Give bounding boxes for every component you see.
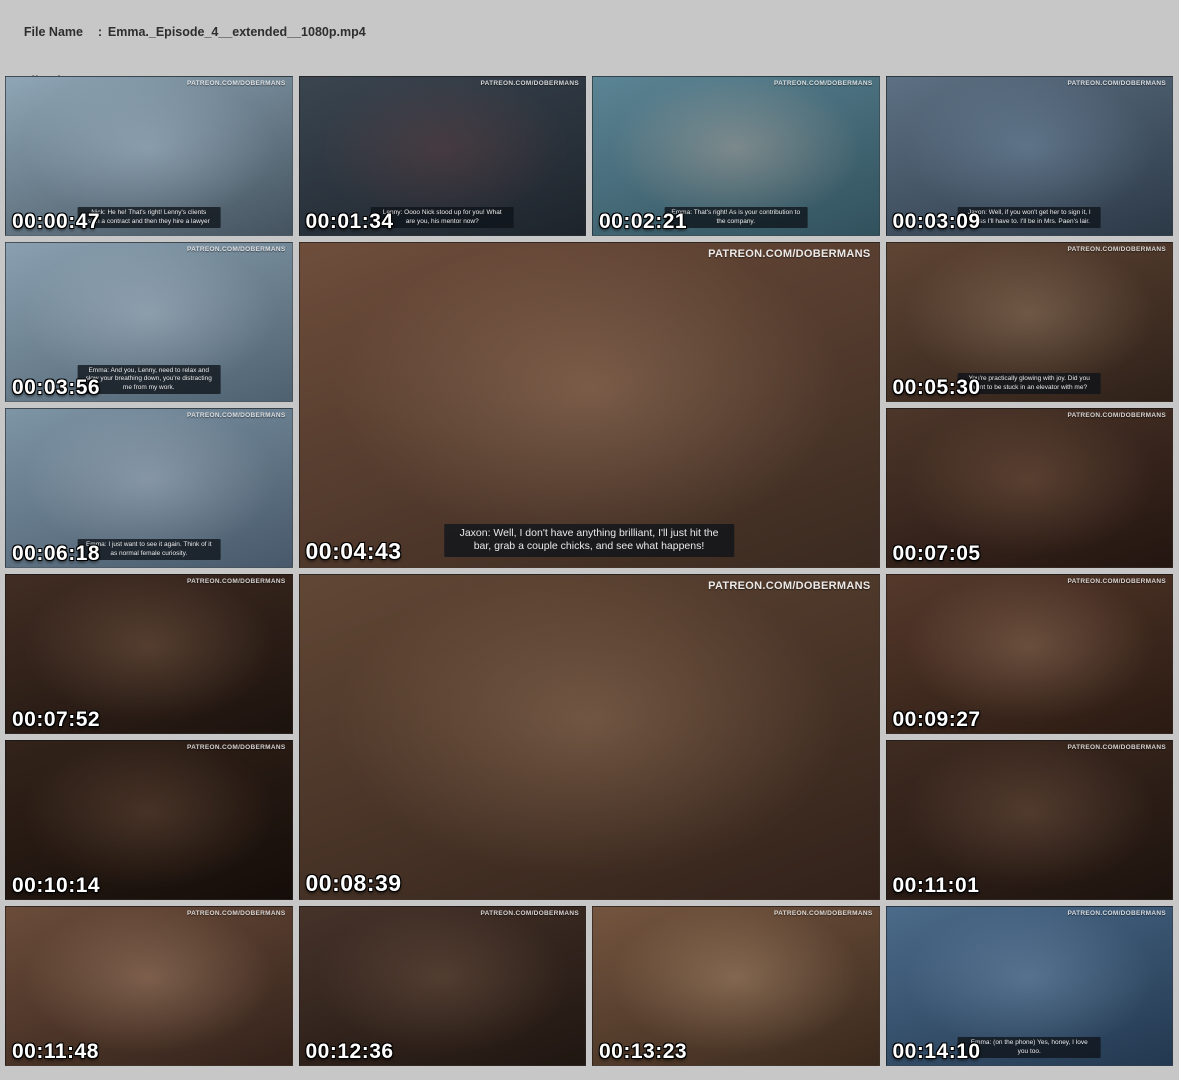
video-thumbnail: PATREON.COM/DOBERMANS 00:07:52 — [5, 574, 293, 734]
video-thumbnail: PATREON.COM/DOBERMANS 00:13:23 — [592, 906, 880, 1066]
patreon-watermark-text: PATREON.COM/DOBERMANS — [1067, 910, 1166, 917]
timestamp-label: 00:03:09 — [893, 210, 981, 234]
file-name-value: Emma._Episode_4__extended__1080p.mp4 — [108, 25, 366, 39]
separator: : — [98, 24, 108, 41]
patreon-watermark-text: PATREON.COM/DOBERMANS — [187, 578, 286, 585]
file-name-row: File Name:Emma._Episode_4__extended__108… — [10, 7, 1179, 57]
subtitle-caption: Jaxon: Well, I don't have anything brill… — [444, 524, 734, 557]
video-thumbnail: PATREON.COM/DOBERMANS Emma: (on the phon… — [886, 906, 1174, 1066]
patreon-watermark-text: PATREON.COM/DOBERMANS — [1067, 412, 1166, 419]
timestamp-label: 00:12:36 — [306, 1040, 394, 1064]
timestamp-label: 00:02:21 — [599, 210, 687, 234]
timestamp-label: 00:03:56 — [12, 376, 100, 400]
patreon-watermark-text: PATREON.COM/DOBERMANS — [1067, 246, 1166, 253]
video-thumbnail: PATREON.COM/DOBERMANS Nick: He he! That'… — [5, 76, 293, 236]
video-thumbnail: PATREON.COM/DOBERMANS 00:07:05 — [886, 408, 1174, 568]
video-thumbnail: PATREON.COM/DOBERMANS Lenny: Oooo Nick s… — [299, 76, 587, 236]
patreon-watermark-text: PATREON.COM/DOBERMANS — [187, 910, 286, 917]
timestamp-label: 00:04:43 — [306, 538, 402, 565]
video-thumbnail: PATREON.COM/DOBERMANS Emma: And you, Len… — [5, 242, 293, 402]
timestamp-label: 00:00:47 — [12, 210, 100, 234]
patreon-watermark-text: PATREON.COM/DOBERMANS — [187, 744, 286, 751]
file-name-label: File Name — [24, 24, 98, 41]
timestamp-label: 00:07:52 — [12, 708, 100, 732]
timestamp-label: 00:11:48 — [12, 1040, 99, 1064]
thumbnail-grid: PATREON.COM/DOBERMANS Nick: He he! That'… — [5, 76, 1173, 1066]
video-thumbnail: PATREON.COM/DOBERMANS 00:09:27 — [886, 574, 1174, 734]
patreon-watermark-text: PATREON.COM/DOBERMANS — [1067, 744, 1166, 751]
timestamp-label: 00:09:27 — [893, 708, 981, 732]
patreon-watermark-text: PATREON.COM/DOBERMANS — [1067, 80, 1166, 87]
timestamp-label: 00:14:10 — [893, 1040, 981, 1064]
patreon-watermark-text: PATREON.COM/DOBERMANS — [187, 246, 286, 253]
timestamp-label: 00:05:30 — [893, 376, 981, 400]
video-thumbnail: PATREON.COM/DOBERMANS 00:08:39 — [299, 574, 880, 900]
patreon-watermark-text: PATREON.COM/DOBERMANS — [187, 80, 286, 87]
patreon-watermark-text: PATREON.COM/DOBERMANS — [480, 80, 579, 87]
patreon-watermark-text: PATREON.COM/DOBERMANS — [774, 910, 873, 917]
timestamp-label: 00:11:01 — [893, 874, 980, 898]
patreon-watermark-text: PATREON.COM/DOBERMANS — [187, 412, 286, 419]
video-thumbnail: PATREON.COM/DOBERMANS 00:12:36 — [299, 906, 587, 1066]
patreon-watermark-text: PATREON.COM/DOBERMANS — [1067, 578, 1166, 585]
timestamp-label: 00:13:23 — [599, 1040, 687, 1064]
timestamp-label: 00:01:34 — [306, 210, 394, 234]
timestamp-label: 00:08:39 — [306, 870, 402, 897]
video-thumbnail: PATREON.COM/DOBERMANS You're practically… — [886, 242, 1174, 402]
file-info-header: File Name:Emma._Episode_4__extended__108… — [0, 0, 1179, 76]
timestamp-label: 00:07:05 — [893, 542, 981, 566]
video-thumbnail: PATREON.COM/DOBERMANS Jaxon: Well, I don… — [299, 242, 880, 568]
video-thumbnail: PATREON.COM/DOBERMANS 00:10:14 — [5, 740, 293, 900]
patreon-watermark-text: PATREON.COM/DOBERMANS — [774, 80, 873, 87]
video-thumbnail: PATREON.COM/DOBERMANS Emma: I just want … — [5, 408, 293, 568]
timestamp-label: 00:10:14 — [12, 874, 100, 898]
video-thumbnail: PATREON.COM/DOBERMANS 00:11:48 — [5, 906, 293, 1066]
patreon-watermark-text: PATREON.COM/DOBERMANS — [708, 580, 870, 592]
video-thumbnail: PATREON.COM/DOBERMANS Emma: That's right… — [592, 76, 880, 236]
patreon-watermark-text: PATREON.COM/DOBERMANS — [480, 910, 579, 917]
patreon-watermark-text: PATREON.COM/DOBERMANS — [708, 248, 870, 260]
video-thumbnail: PATREON.COM/DOBERMANS Jaxon: Well, if yo… — [886, 76, 1174, 236]
timestamp-label: 00:06:18 — [12, 542, 100, 566]
video-thumbnail: PATREON.COM/DOBERMANS 00:11:01 — [886, 740, 1174, 900]
